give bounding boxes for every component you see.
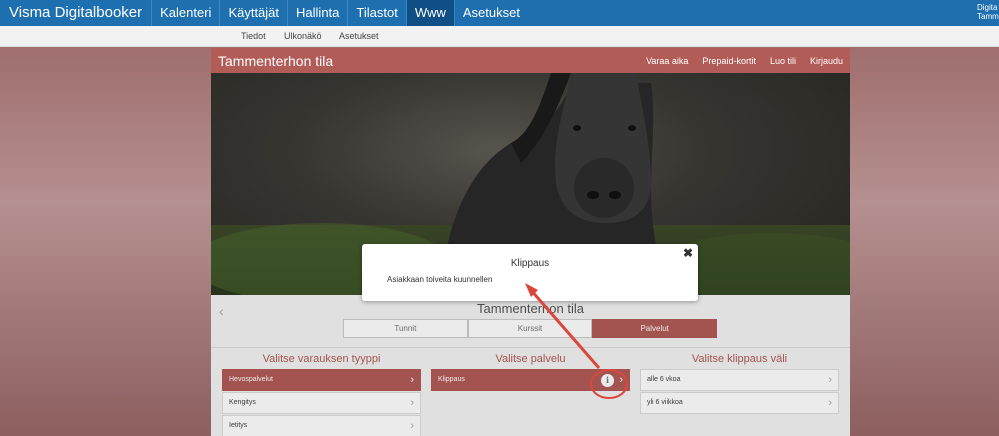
menu-item-www[interactable]: Www: [405, 0, 454, 26]
account-name: Digita: [977, 3, 998, 12]
app-brand[interactable]: Visma Digitalbooker: [0, 0, 151, 26]
subnav-ulkonako[interactable]: Ulkonäkö: [284, 26, 322, 47]
top-navigation-bar: Visma Digitalbooker Kalenteri Käyttäjät …: [0, 0, 999, 26]
panel-header: Tammenterhon tila Varaa aika Prepaid-kor…: [211, 48, 850, 73]
menu-item-asetukset[interactable]: Asetukset: [453, 0, 528, 26]
site-title: Tammenterhon tila: [218, 52, 334, 69]
subnav-tiedot[interactable]: Tiedot: [241, 26, 266, 47]
link-kirjaudu[interactable]: Kirjaudu: [810, 56, 843, 66]
menu-item-tilastot[interactable]: Tilastot: [347, 0, 405, 26]
popover-title: Klippaus: [510, 258, 550, 269]
menu-item-kalenteri[interactable]: Kalenteri: [151, 0, 219, 26]
main-menu: Kalenteri Käyttäjät Hallinta Tilastot Ww…: [151, 0, 528, 26]
link-varaa-aika[interactable]: Varaa aika: [646, 56, 688, 66]
link-prepaid-kortit[interactable]: Prepaid-kortit: [702, 56, 756, 66]
subnav-asetukset[interactable]: Asetukset: [339, 26, 379, 47]
menu-item-hallinta[interactable]: Hallinta: [287, 0, 347, 26]
menu-item-kayttajat[interactable]: Käyttäjät: [219, 0, 287, 26]
service-info-popover: ✖ Klippaus Asiakkaan toiveita kuunnellen: [362, 244, 698, 301]
sub-navigation-bar: Tiedot Ulkonäkö Asetukset: [0, 26, 999, 47]
account-menu[interactable]: Digita Tamme: [975, 0, 999, 26]
account-org: Tamme: [977, 12, 999, 21]
popover-description: Asiakkaan toiveita kuunnellen: [387, 275, 493, 284]
link-luo-tili[interactable]: Luo tili: [770, 56, 796, 66]
